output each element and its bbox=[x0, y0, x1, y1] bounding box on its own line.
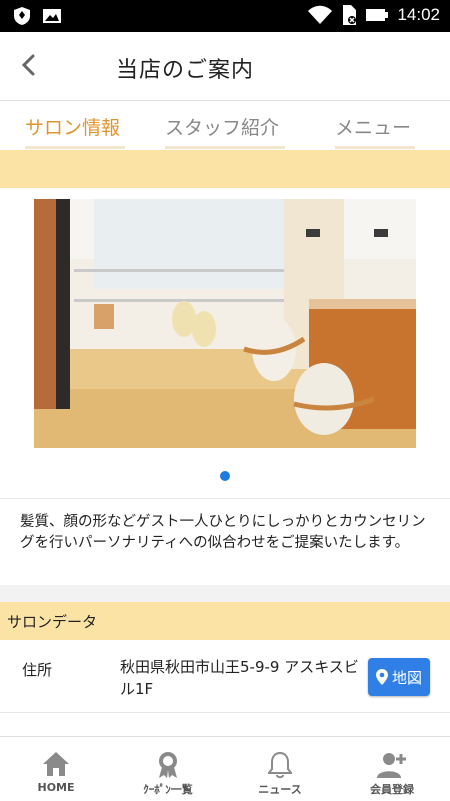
address-value: 秋田県秋田市山王5-9-9 アスキスビル1F bbox=[120, 658, 359, 698]
tab-menu[interactable]: メニュー bbox=[335, 113, 411, 140]
nav-news[interactable]: ニュース bbox=[224, 737, 336, 801]
tab-salon-info[interactable]: サロン情報 bbox=[25, 113, 120, 140]
image-icon bbox=[43, 9, 61, 23]
bell-icon bbox=[268, 751, 292, 779]
add-user-icon bbox=[377, 753, 406, 778]
map-button[interactable]: 地図 bbox=[368, 658, 430, 696]
map-pin-icon bbox=[375, 669, 388, 685]
tab-underline bbox=[165, 146, 285, 149]
section-band bbox=[0, 150, 450, 188]
salon-description: 髪質、顔の形などゲスト一人ひとりにしっかりとカウンセリングを行いパーソナリティへ… bbox=[20, 514, 426, 551]
divider bbox=[0, 712, 450, 713]
bottom-nav: HOME ｸｰﾎﾟﾝ一覧 ニュース 会員登録 bbox=[0, 736, 450, 801]
nav-register[interactable]: 会員登録 bbox=[336, 737, 448, 801]
salon-photo[interactable] bbox=[34, 199, 416, 448]
tab-staff[interactable]: スタッフ紹介 bbox=[165, 113, 279, 140]
nav-coupons[interactable]: ｸｰﾎﾟﾝ一覧 bbox=[112, 737, 224, 801]
divider bbox=[0, 498, 450, 499]
tab-underline bbox=[25, 146, 125, 149]
nav-news-label: ニュース bbox=[258, 783, 302, 796]
nav-coupons-label: ｸｰﾎﾟﾝ一覧 bbox=[143, 783, 193, 796]
sim-icon bbox=[343, 5, 357, 25]
nav-home-label: HOME bbox=[37, 781, 75, 794]
tab-bar: サロン情報 スタッフ紹介 メニュー bbox=[0, 101, 450, 149]
home-icon bbox=[43, 752, 69, 776]
wifi-icon bbox=[308, 5, 333, 24]
shield-icon bbox=[14, 7, 30, 25]
app-header: 当店のご案内 bbox=[0, 32, 450, 101]
carousel-dot[interactable] bbox=[220, 471, 230, 481]
address-label: 住所 bbox=[22, 661, 53, 679]
nav-register-label: 会員登録 bbox=[370, 783, 414, 796]
back-arrow-icon[interactable] bbox=[18, 52, 40, 78]
nav-home[interactable]: HOME bbox=[0, 737, 112, 801]
status-bar: 14:02 bbox=[0, 0, 450, 32]
clock: 14:02 bbox=[397, 5, 440, 24]
coupon-icon bbox=[159, 752, 177, 778]
battery-icon bbox=[366, 9, 389, 21]
salon-data-header: サロンデータ bbox=[0, 602, 450, 640]
salon-data-title: サロンデータ bbox=[7, 613, 98, 631]
map-button-label: 地図 bbox=[391, 668, 422, 687]
section-gap bbox=[0, 585, 450, 602]
page-title: 当店のご案内 bbox=[116, 58, 255, 83]
tab-underline bbox=[335, 146, 415, 149]
